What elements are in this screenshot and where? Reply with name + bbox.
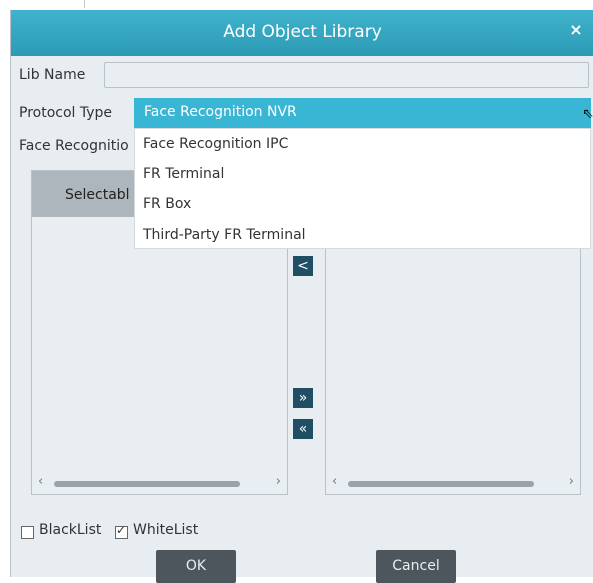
mouse-cursor-icon: ⇖ <box>582 106 593 122</box>
left-horizontal-scrollbar[interactable]: ‹ › <box>36 474 283 489</box>
protocol-type-dropdown[interactable]: Face Recognition IPC FR Terminal FR Box … <box>134 128 591 249</box>
protocol-type-label: Protocol Type <box>19 105 113 121</box>
lib-name-input[interactable] <box>104 62 589 88</box>
scroll-right-icon[interactable]: › <box>276 474 281 489</box>
protocol-type-select[interactable]: Face Recognition NVR ⇖ <box>134 98 593 128</box>
ok-button[interactable]: OK <box>156 550 236 583</box>
protocol-option[interactable]: Third-Party FR Terminal <box>143 227 306 243</box>
move-all-left-button[interactable]: « <box>293 419 313 439</box>
selectable-header-label: Selectabl <box>65 187 130 203</box>
checkmark-icon: ✓ <box>116 523 127 537</box>
scroll-left-icon[interactable]: ‹ <box>38 474 43 489</box>
blacklist-checkbox[interactable] <box>21 526 34 539</box>
protocol-selected-option[interactable]: Face Recognition NVR <box>144 104 297 120</box>
scrollbar-thumb[interactable] <box>348 481 534 487</box>
add-object-library-dialog: Add Object Library × Lib Name Protocol T… <box>10 10 593 583</box>
right-horizontal-scrollbar[interactable]: ‹ › <box>330 474 576 489</box>
dialog-title: Add Object Library <box>223 22 382 42</box>
dialog-titlebar: Add Object Library × <box>11 10 593 56</box>
protocol-option[interactable]: Face Recognition IPC <box>143 136 288 152</box>
scrollbar-thumb[interactable] <box>54 481 240 487</box>
cancel-button[interactable]: Cancel <box>376 550 456 583</box>
move-left-button[interactable]: < <box>293 256 313 276</box>
whitelist-checkbox[interactable]: ✓ <box>115 523 128 539</box>
face-recognition-label: Face Recognitio <box>19 138 129 154</box>
move-all-right-button[interactable]: » <box>293 388 313 408</box>
scroll-right-icon[interactable]: › <box>569 474 574 489</box>
blacklist-label: BlackList <box>39 522 102 538</box>
lib-name-label: Lib Name <box>19 67 86 83</box>
protocol-option[interactable]: FR Box <box>143 196 191 212</box>
protocol-option[interactable]: FR Terminal <box>143 166 224 182</box>
close-icon[interactable]: × <box>566 20 586 40</box>
background-window-strip <box>0 0 593 10</box>
background-divider <box>84 0 85 8</box>
scroll-left-icon[interactable]: ‹ <box>332 474 337 489</box>
whitelist-label: WhiteList <box>133 522 199 538</box>
